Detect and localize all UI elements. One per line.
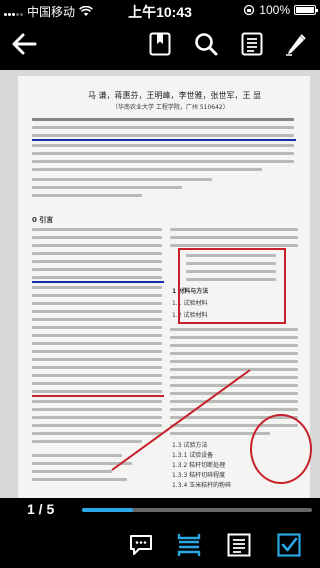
red-circle-annotation[interactable] [250, 414, 312, 484]
page-mode-icon[interactable] [172, 528, 206, 562]
red-arrow-annotation[interactable] [108, 366, 258, 476]
search-icon[interactable] [190, 28, 222, 60]
affiliation-line: （华南农业大学 工程学院，广州 510642） [112, 104, 229, 111]
rotation-lock-icon [244, 4, 255, 16]
checkbox-icon[interactable] [272, 528, 306, 562]
text-line [170, 344, 298, 347]
text-line [32, 318, 162, 321]
comment-icon[interactable] [124, 528, 158, 562]
text-line [32, 358, 162, 361]
text-line [32, 268, 162, 271]
text-line [32, 302, 162, 305]
text-line [32, 334, 162, 337]
text-line [32, 194, 142, 197]
text-line [170, 352, 298, 355]
text-line [32, 144, 294, 147]
text-line [32, 126, 294, 129]
blue-underline-annotation[interactable] [32, 139, 296, 141]
text-line [170, 228, 298, 231]
text-line [32, 252, 162, 255]
bottom-toolbar [0, 522, 320, 568]
text-line [32, 134, 294, 137]
page-indicator: 1 / 5 [27, 501, 55, 517]
document-viewport[interactable]: 马 谦，蒋惠芬，王明峰，李世雅，张世军，王 显 （华南农业大学 工程学院，广州 … [0, 70, 320, 498]
text-line [32, 152, 294, 155]
text-line [32, 168, 262, 171]
text-line [32, 160, 294, 163]
text-line [170, 360, 298, 363]
battery-percent: 100% [259, 3, 290, 17]
blue-underline-annotation[interactable] [32, 281, 164, 283]
text-line [170, 336, 298, 339]
text-line [170, 236, 298, 239]
back-arrow-icon[interactable] [8, 28, 40, 60]
text-line [32, 244, 162, 247]
text-line [32, 310, 162, 313]
text-line [32, 236, 162, 239]
text-line [32, 118, 294, 121]
text-line [32, 350, 162, 353]
text-line [170, 328, 298, 331]
authors-line: 马 谦，蒋惠芬，王明峰，李世雅，张世军，王 显 [88, 91, 262, 100]
list-icon[interactable] [236, 28, 268, 60]
text-line [32, 276, 162, 279]
text-line [32, 294, 162, 297]
text-line [32, 260, 162, 263]
bookmark-icon[interactable] [144, 28, 176, 60]
page-slider[interactable] [82, 508, 312, 512]
reflow-text-icon[interactable] [222, 528, 256, 562]
text-line [32, 186, 182, 189]
pdf-page[interactable]: 马 谦，蒋惠芬，王明峰，李世雅，张世军，王 显 （华南农业大学 工程学院，广州 … [18, 76, 312, 498]
sub-heading: 1.3.4 玉米秸秆的粉碎 [172, 482, 232, 489]
footnote-line [32, 478, 127, 481]
status-bar: 中国移动 上午10:43 100% [0, 0, 320, 20]
battery-fill [296, 7, 314, 13]
text-line [32, 326, 162, 329]
top-toolbar [0, 20, 320, 70]
text-line [32, 178, 212, 181]
text-line [32, 228, 162, 231]
text-line [32, 342, 162, 345]
section-heading: 0 引言 [32, 216, 54, 224]
battery-icon [294, 5, 318, 15]
page-progress-bar: 1 / 5 [0, 498, 320, 522]
status-right: 100% [243, 3, 318, 17]
red-box-annotation[interactable] [178, 248, 286, 324]
pen-icon[interactable] [280, 28, 312, 60]
footnote-line [32, 470, 112, 473]
screen: 中国移动 上午10:43 100% 马 谦，蒋惠芬，王明峰，李世雅，张世军，王 … [0, 0, 320, 568]
text-line [170, 244, 298, 247]
text-line [32, 286, 162, 289]
page-slider-fill [82, 508, 133, 512]
